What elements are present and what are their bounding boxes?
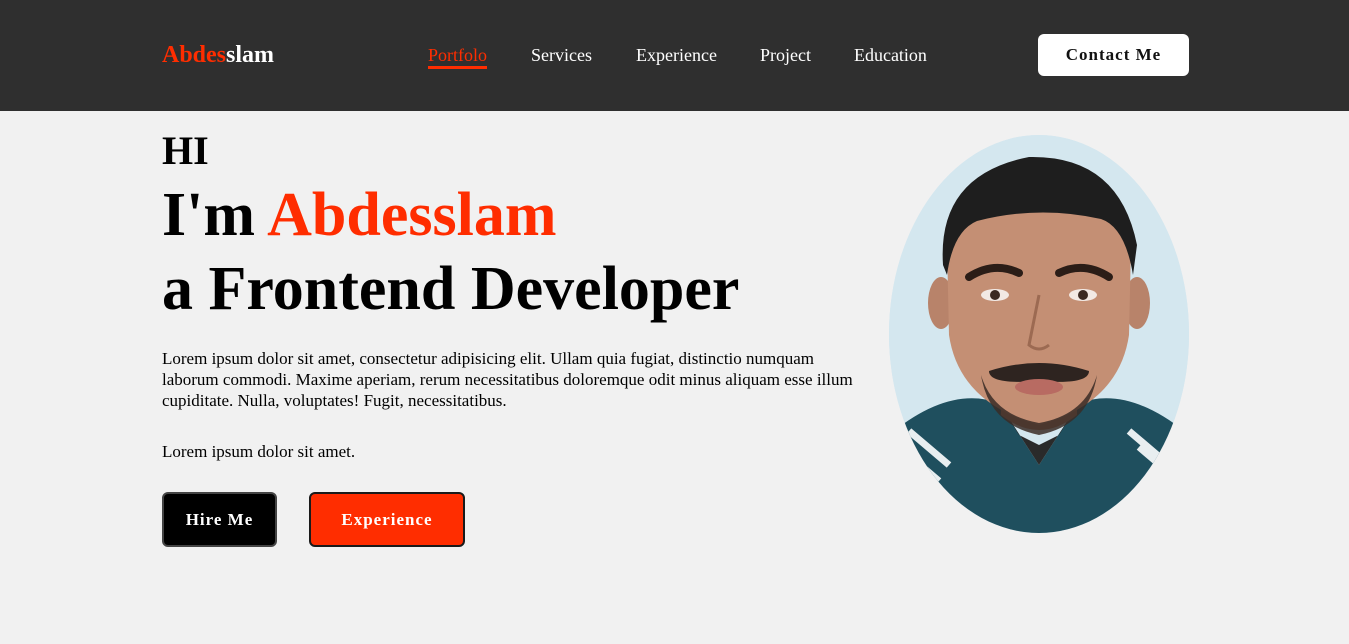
- logo[interactable]: Abdesslam: [162, 40, 274, 70]
- logo-accent: Abdes: [162, 42, 227, 68]
- hero-name: Abdesslam: [267, 181, 557, 249]
- nav-link-project[interactable]: Project: [760, 44, 811, 66]
- hero-description: Lorem ipsum dolor sit amet, consectetur …: [162, 349, 853, 410]
- nav-menu: Portfolo Services Experience Project Edu…: [428, 44, 927, 69]
- contact-me-button[interactable]: Contact Me: [1038, 34, 1189, 76]
- hero-intro: I'm Abdesslam: [162, 180, 556, 250]
- top-navbar: Abdesslam Portfolo Services Experience P…: [0, 0, 1349, 111]
- experience-button[interactable]: Experience: [309, 492, 465, 547]
- profile-photo: [889, 135, 1189, 533]
- hero-intro-prefix: I'm: [162, 181, 268, 249]
- nav-link-portfolio[interactable]: Portfolo: [428, 44, 488, 69]
- hire-me-button[interactable]: Hire Me: [162, 492, 277, 547]
- hero-tagline: Lorem ipsum dolor sit amet.: [162, 442, 356, 461]
- hero-greeting: HI: [162, 128, 209, 173]
- nav-link-services[interactable]: Services: [531, 44, 592, 66]
- nav-link-experience[interactable]: Experience: [636, 44, 717, 66]
- logo-rest: slam: [226, 42, 275, 68]
- profile-photo-illustration: [889, 135, 1189, 533]
- nav-link-education[interactable]: Education: [854, 44, 927, 66]
- hero-role: a Frontend Developer: [162, 255, 740, 323]
